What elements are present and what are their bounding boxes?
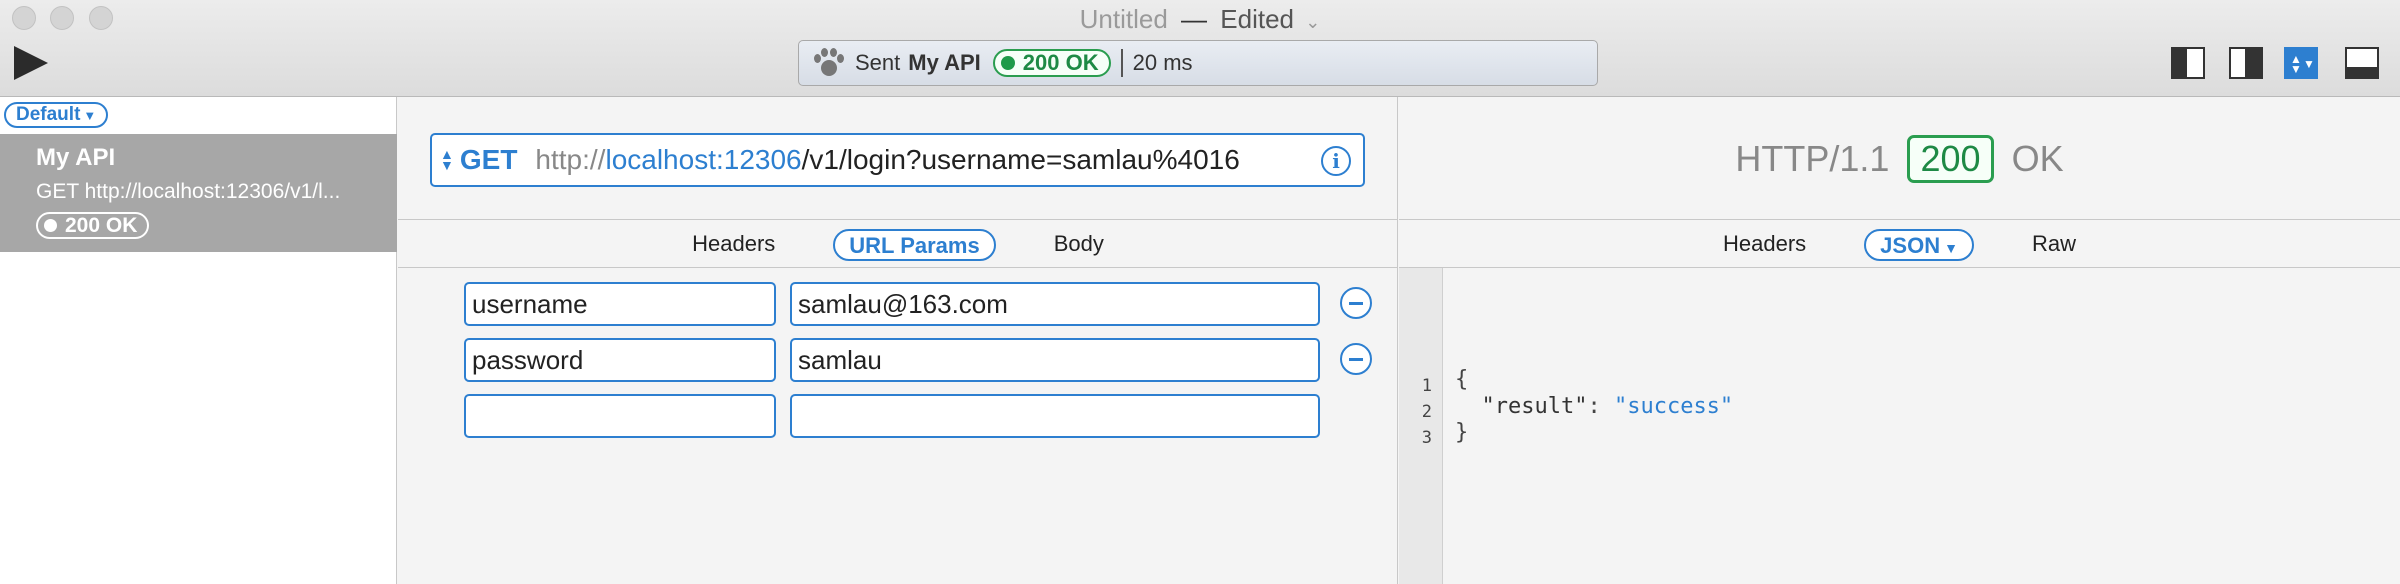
sidebar-request-item[interactable]: My API GET http://localhost:12306/v1/l..… (0, 134, 397, 252)
code-line: { (1455, 367, 1469, 392)
param-row (464, 394, 1320, 438)
status-divider (1120, 49, 1123, 77)
param-row: username samlau@163.com (464, 282, 1320, 326)
document-name: Untitled (1079, 4, 1168, 34)
tab-json-label: JSON (1880, 233, 1941, 258)
layout-right-icon[interactable] (2229, 47, 2263, 79)
remove-param-button[interactable] (1340, 287, 1372, 319)
code-line: "result": "success" (1455, 394, 1734, 419)
request-item-url: GET http://localhost:12306/v1/l... (36, 180, 341, 203)
request-item-status: 200 OK (65, 213, 138, 237)
http-method-select[interactable]: GET (460, 144, 518, 176)
json-key: "result" (1481, 394, 1588, 419)
param-key-field[interactable]: password (464, 338, 776, 382)
status-dot-icon (1000, 56, 1015, 70)
workspace-select[interactable]: Default ▼ (4, 102, 109, 128)
status-prefix: Sent (855, 50, 901, 75)
method-stepper-icon[interactable]: ▲ ▼ (440, 147, 454, 172)
request-editor: ▲ ▼ GET http://localhost:12306/v1/login?u… (398, 97, 1398, 584)
divider (1399, 219, 2400, 220)
url-host: localhost:12306 (605, 144, 802, 175)
tab-body[interactable]: Body (1040, 229, 1118, 261)
response-duration: 20 ms (1132, 50, 1193, 75)
line-number: 2 (1421, 402, 1432, 422)
tab-url-params[interactable]: URL Params (833, 229, 996, 261)
play-icon[interactable] (14, 46, 48, 80)
layout-left-icon[interactable] (2171, 47, 2205, 79)
param-key-field[interactable]: username (464, 282, 776, 326)
tab-raw[interactable]: Raw (2018, 229, 2090, 261)
request-item-status-badge: 200 OK (36, 212, 150, 239)
tab-json[interactable]: JSON ▼ (1864, 229, 1974, 261)
tab-response-headers[interactable]: Headers (1709, 229, 1820, 261)
code-line: } (1455, 420, 1469, 445)
status-request-name: My API (908, 50, 981, 75)
chevron-down-icon: ▼ (83, 108, 97, 123)
remove-param-button[interactable] (1340, 343, 1372, 375)
line-number-gutter: 1 2 3 (1399, 268, 1443, 584)
response-status-code: 200 (1907, 135, 1994, 183)
status-dot-icon (44, 219, 57, 232)
divider (1399, 267, 2400, 268)
url-field[interactable]: ▲ ▼ GET http://localhost:12306/v1/login?u… (430, 133, 1365, 187)
edited-label: Edited (1220, 4, 1295, 34)
tab-headers[interactable]: Headers (678, 229, 789, 261)
info-icon[interactable]: i (1321, 146, 1351, 176)
url-path: /v1/login?username=samlau%4016 (801, 144, 1240, 175)
status-badge: 200 OK (992, 49, 1111, 77)
param-value-field[interactable]: samlau@163.com (790, 282, 1320, 326)
window-titlebar: Untitled — Edited ⌄ Sent My API 200 OK 2… (0, 0, 2400, 97)
json-colon: : (1587, 394, 1614, 419)
line-number: 1 (1421, 376, 1432, 396)
param-value-field[interactable] (790, 394, 1320, 438)
param-value-field[interactable]: samlau (790, 338, 1320, 382)
divider (398, 267, 1398, 268)
request-status-bar: Sent My API 200 OK 20 ms (798, 40, 1598, 86)
response-tabs: Headers JSON ▼ Raw (1399, 228, 2400, 262)
request-sidebar: Default ▼ My API GET http://localhost:123… (0, 97, 397, 584)
title-separator: — (1181, 4, 1208, 34)
param-key-field[interactable] (464, 394, 776, 438)
param-row: password samlau (464, 338, 1320, 382)
json-value: "success" (1613, 394, 1734, 419)
line-number: 3 (1421, 428, 1432, 448)
chevron-down-icon[interactable]: ⌄ (1305, 12, 1320, 32)
chevron-down-icon: ▼ (1944, 240, 1958, 256)
response-viewer: HTTP/1.1 200 OK Headers JSON ▼ Raw 1 2 3 … (1399, 97, 2400, 584)
url-scheme: http:// (535, 144, 606, 175)
layout-split-icon[interactable]: ▲ ▼ ▼ (2284, 47, 2318, 79)
layout-bottom-icon[interactable] (2345, 47, 2379, 79)
paw-icon (811, 46, 845, 80)
request-item-name: My API (36, 144, 116, 171)
document-title[interactable]: Untitled — Edited ⌄ (0, 4, 2400, 35)
request-tabs: Headers URL Params Body (398, 228, 1398, 262)
status-badge-label: 200 OK (1022, 50, 1099, 75)
response-reason: OK (2011, 138, 2064, 179)
divider (398, 219, 1398, 220)
workspace-label: Default (16, 104, 81, 125)
response-protocol: HTTP/1.1 (1735, 138, 1890, 179)
response-status-line: HTTP/1.1 200 OK (1399, 135, 2400, 183)
